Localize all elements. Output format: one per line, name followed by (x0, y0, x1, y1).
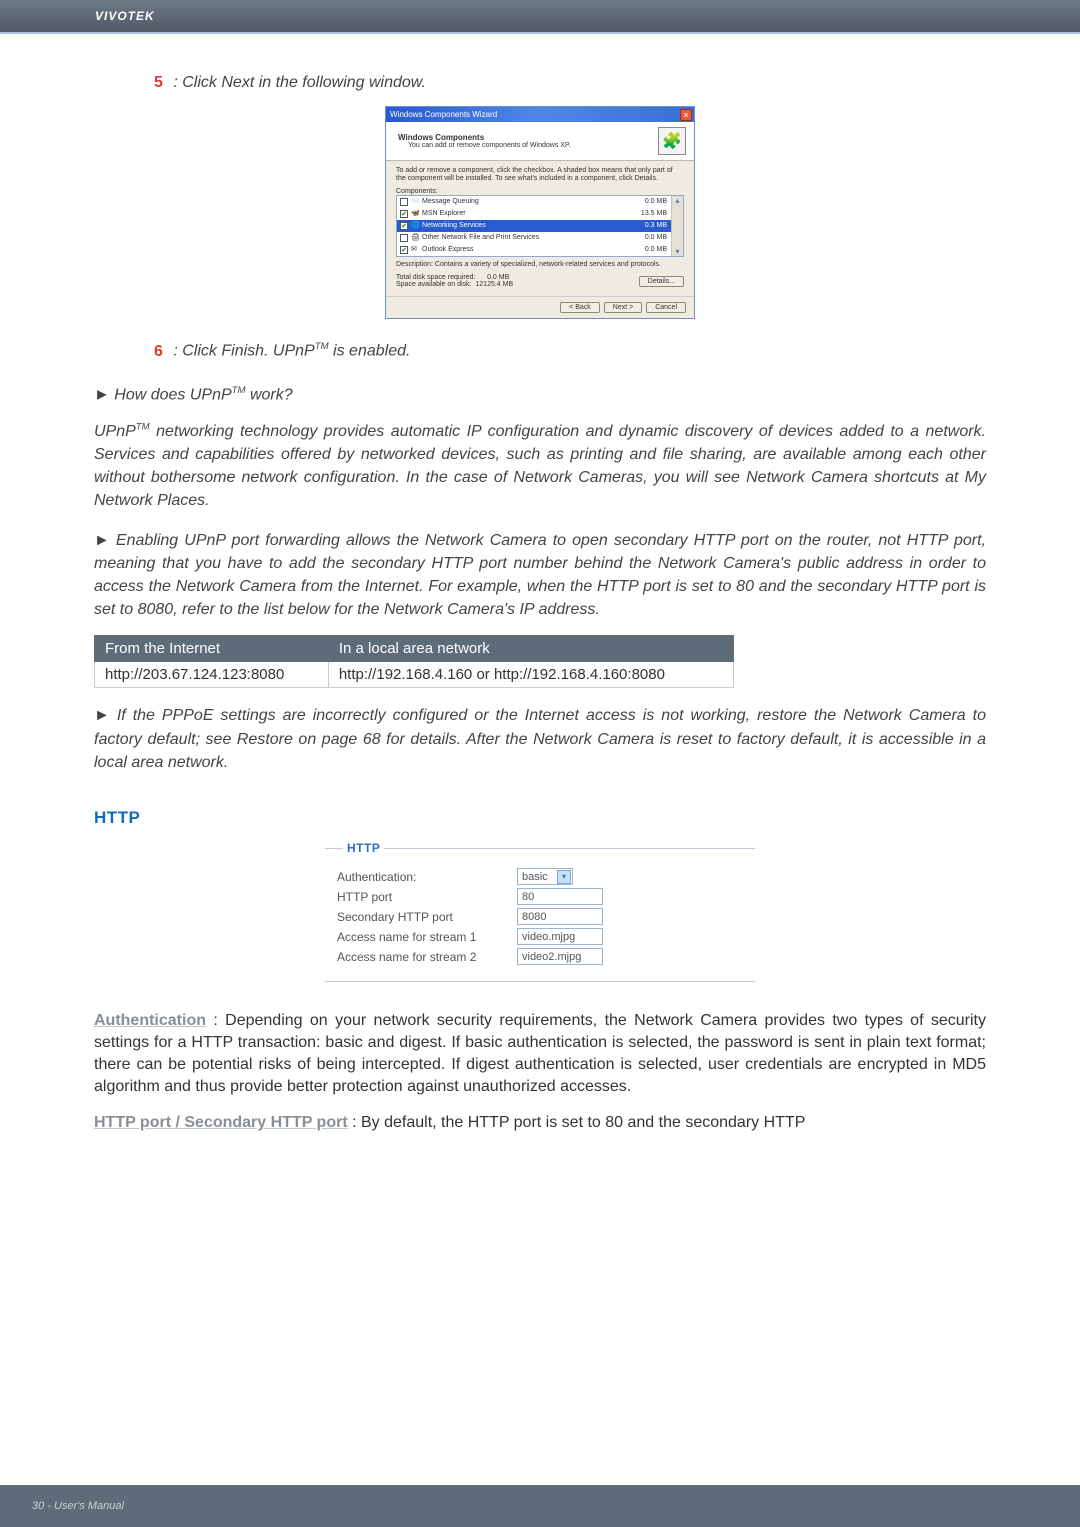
step-5-text: : Click Next in the following window. (173, 74, 426, 91)
checkbox-icon[interactable]: ✔ (400, 222, 408, 230)
http-panel-legend: HTTP (343, 841, 384, 855)
authentication-label: Authentication (94, 1012, 206, 1029)
port-forwarding-paragraph: ► Enabling UPnP port forwarding allows t… (94, 529, 986, 622)
chevron-down-icon[interactable]: ▾ (557, 870, 571, 884)
list-item[interactable]: 🖨Other Network File and Print Services 0… (397, 232, 683, 244)
upnp-paragraph: UPnPTM networking technology provides au… (94, 420, 986, 513)
chevron-up-icon[interactable]: ▴ (675, 196, 679, 205)
tm-mark: TM (232, 385, 246, 396)
http-auth-row: Authentication: basic ▾ (337, 867, 743, 887)
how-does-upnp-work: ► How does UPnPTM work? (94, 385, 986, 404)
http-port-label: HTTP port (337, 890, 517, 904)
wizard-screenshot: Windows Components Wizard × Windows Comp… (94, 106, 986, 319)
page-header: VIVOTEK (0, 0, 1080, 34)
list-item-selected[interactable]: ✔🌐Networking Services 0.3 MB (397, 220, 683, 232)
checkbox-icon[interactable]: ✔ (400, 210, 408, 218)
authentication-paragraph: Authentication : Depending on your netwo… (94, 1010, 986, 1098)
stream2-input[interactable]: video2.mjpg (517, 948, 603, 965)
list-item[interactable]: ✔🦋MSN Explorer 13.5 MB (397, 208, 683, 220)
stream2-row: Access name for stream 2 video2.mjpg (337, 947, 743, 967)
page-footer: 30 - User's Manual (0, 1485, 1080, 1527)
wizard-body: To add or remove a component, click the … (386, 161, 694, 296)
components-label: Components: (396, 188, 684, 195)
auth-label: Authentication: (337, 870, 517, 884)
step-5: 5 : Click Next in the following window. (154, 74, 986, 92)
windows-components-wizard: Windows Components Wizard × Windows Comp… (385, 106, 695, 319)
close-icon[interactable]: × (680, 109, 692, 121)
table-header-internet: From the Internet (95, 636, 329, 662)
next-button[interactable]: Next > (604, 302, 642, 313)
list-item[interactable]: 📨Message Queuing 0.0 MB (397, 196, 683, 208)
stream1-row: Access name for stream 1 video.mjpg (337, 927, 743, 947)
checkbox-icon[interactable] (400, 198, 408, 206)
table-cell-lan: http://192.168.4.160 or http://192.168.4… (328, 662, 733, 688)
checkbox-icon[interactable] (400, 234, 408, 242)
stream2-label: Access name for stream 2 (337, 950, 517, 964)
checkbox-icon[interactable]: ✔ (400, 246, 408, 254)
secondary-port-input[interactable]: 8080 (517, 908, 603, 925)
stream1-input[interactable]: video.mjpg (517, 928, 603, 945)
step-6: 6 : Click Finish. UPnPTM is enabled. (154, 341, 986, 360)
wizard-header: Windows Components You can add or remove… (386, 122, 694, 161)
http-port-input[interactable]: 80 (517, 888, 603, 905)
page-content: 5 : Click Next in the following window. … (90, 74, 990, 1134)
scrollbar[interactable]: ▴▾ (671, 196, 683, 256)
http-port-paragraph: HTTP port / Secondary HTTP port : By def… (94, 1112, 986, 1134)
table-cell-internet: http://203.67.124.123:8080 (95, 662, 329, 688)
wizard-titlebar: Windows Components Wizard × (386, 107, 694, 122)
auth-select[interactable]: basic ▾ (517, 868, 573, 885)
wizard-title-text: Windows Components Wizard (390, 110, 497, 119)
wizard-footer: < Back Next > Cancel (386, 296, 694, 318)
back-button[interactable]: < Back (560, 302, 600, 313)
table-header-lan: In a local area network (328, 636, 733, 662)
wizard-header-text: Windows Components You can add or remove… (398, 133, 571, 149)
secondary-port-label: Secondary HTTP port (337, 910, 517, 924)
list-item[interactable]: ✔✉Outlook Express 0.0 MB (397, 244, 683, 256)
http-port-label-text: HTTP port / Secondary HTTP port (94, 1114, 348, 1131)
wizard-hint: To add or remove a component, click the … (396, 167, 684, 184)
step-6-text-b: is enabled. (329, 343, 411, 360)
wizard-description: Description: Contains a variety of speci… (396, 261, 684, 269)
http-port-row: HTTP port 80 (337, 887, 743, 907)
brand-text: VIVOTEK (95, 9, 155, 23)
components-icon: 🧩 (658, 127, 686, 155)
http-section-heading: HTTP (94, 808, 986, 828)
details-button[interactable]: Details... (639, 276, 684, 287)
components-list[interactable]: 📨Message Queuing 0.0 MB ✔🦋MSN Explorer 1… (396, 195, 684, 257)
step-5-number: 5 (154, 74, 163, 91)
footer-text: 30 - User's Manual (32, 1500, 124, 1512)
wizard-subheading: You can add or remove components of Wind… (398, 142, 571, 149)
stream1-label: Access name for stream 1 (337, 930, 517, 944)
disk-space-row: Total disk space required: 0.0 MB Space … (396, 274, 684, 288)
wizard-heading: Windows Components (398, 133, 571, 142)
chevron-down-icon[interactable]: ▾ (675, 247, 679, 256)
step-6-number: 6 (154, 343, 163, 360)
tm-mark: TM (136, 422, 150, 433)
secondary-port-row: Secondary HTTP port 8080 (337, 907, 743, 927)
http-settings-panel: HTTP Authentication: basic ▾ HTTP port 8… (325, 848, 755, 982)
cancel-button[interactable]: Cancel (646, 302, 686, 313)
pppoe-paragraph: ► If the PPPoE settings are incorrectly … (94, 704, 986, 774)
ip-address-table: From the Internet In a local area networ… (94, 635, 734, 688)
tm-mark: TM (315, 341, 329, 352)
step-6-text-a: : Click Finish. UPnP (173, 343, 314, 360)
